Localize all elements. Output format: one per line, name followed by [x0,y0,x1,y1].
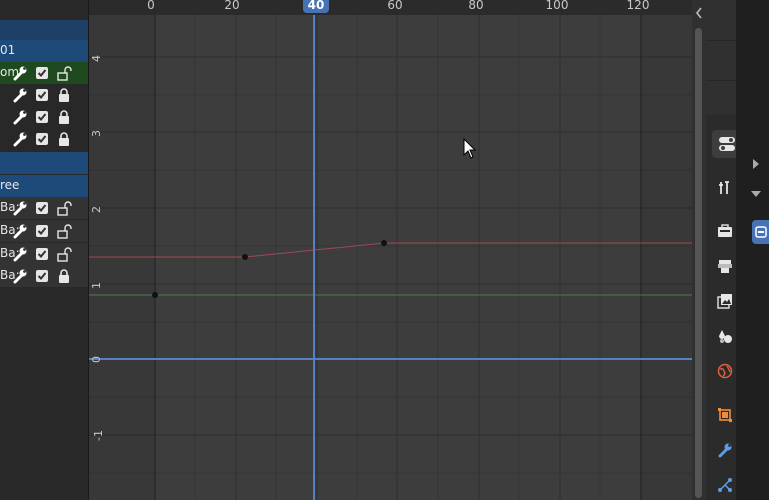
tick-label: 120 [626,0,650,12]
channel-list: 01 om ree Ba: Ba: Ba: Ba: [0,0,89,500]
lock-icon[interactable] [56,109,72,125]
keyframe-point[interactable] [152,292,158,298]
properties-panel [736,0,769,500]
wrench-icon[interactable] [12,131,28,147]
scene-icon[interactable] [714,325,736,347]
object-data-icon [755,226,767,238]
scrollbar-thumb[interactable] [695,28,702,498]
channel-row-object[interactable]: om [0,62,88,84]
channel-row[interactable]: Ba: [0,197,88,219]
channel-row[interactable]: Ba: [0,243,88,265]
y-axis-label: -1 [91,430,105,441]
channel-row[interactable]: Ba: [0,220,88,242]
vertical-scrollbar[interactable] [692,0,706,500]
checkbox-icon[interactable] [34,223,50,239]
y-axis-label: 4 [90,55,103,62]
frame-ruler[interactable]: 0 20 60 80 100 120 40 [89,0,692,15]
chevron-down-icon[interactable] [750,188,762,200]
checkbox-icon[interactable] [34,200,50,216]
checkbox-icon[interactable] [34,246,50,262]
channel-row-action[interactable]: 01 [0,40,88,62]
channel-row-data[interactable] [0,152,88,174]
unlock-icon[interactable] [56,200,72,216]
unlock-icon[interactable] [56,65,72,81]
keyframe-point[interactable] [381,240,387,246]
channel-row[interactable] [0,106,88,128]
graph-editor-canvas[interactable]: 0 20 60 80 100 120 40 4 3 2 1 0 -1 [89,0,692,500]
unlock-icon[interactable] [56,246,72,262]
channel-row-nodetree[interactable]: ree [0,175,88,197]
channel-row[interactable]: Ba: [0,265,88,287]
lock-icon[interactable] [56,131,72,147]
render-icon[interactable] [714,220,736,242]
object-icon[interactable] [714,404,736,426]
wrench-icon[interactable] [12,246,28,262]
channel-label: ree [0,178,20,192]
view-layer-icon[interactable] [714,290,736,312]
tick-label: 100 [545,0,569,12]
current-frame-badge[interactable]: 40 [303,0,329,13]
tick-label: 60 [387,0,403,12]
wrench-icon[interactable] [12,87,28,103]
wrench-icon[interactable] [12,65,28,81]
channel-row[interactable] [0,84,88,106]
lock-icon[interactable] [56,87,72,103]
graph-grid [89,15,692,500]
tool-icon[interactable] [714,177,736,199]
chevron-left-icon[interactable] [694,6,704,20]
channel-row[interactable] [0,128,88,150]
checkbox-icon[interactable] [34,65,50,81]
tick-label: 0 [147,0,155,12]
keyframe-point[interactable] [242,254,248,260]
y-axis-label: 2 [90,206,103,213]
wrench-icon[interactable] [12,200,28,216]
wrench-icon[interactable] [12,223,28,239]
wrench-icon[interactable] [12,109,28,125]
output-icon[interactable] [714,255,736,277]
world-icon[interactable] [714,360,736,382]
checkbox-icon[interactable] [34,109,50,125]
tick-label: 80 [468,0,484,12]
channel-row-header[interactable] [0,20,88,40]
properties-area [706,0,769,500]
modifier-icon[interactable] [714,439,736,461]
active-tab-indicator[interactable] [752,220,769,244]
chevron-right-icon[interactable] [750,158,762,170]
checkbox-icon[interactable] [34,131,50,147]
wrench-icon[interactable] [12,268,28,284]
lock-icon[interactable] [56,268,72,284]
channel-label: 01 [0,43,16,57]
unlock-icon[interactable] [56,223,72,239]
mouse-cursor-icon [463,138,477,159]
y-axis-label: 0 [90,356,103,363]
y-axis-label: 1 [90,282,103,289]
tick-label: 20 [224,0,240,12]
y-axis-label: 3 [90,130,103,137]
red-fcurve[interactable] [89,242,692,258]
particles-icon[interactable] [714,474,736,496]
checkbox-icon[interactable] [34,268,50,284]
checkbox-icon[interactable] [34,87,50,103]
